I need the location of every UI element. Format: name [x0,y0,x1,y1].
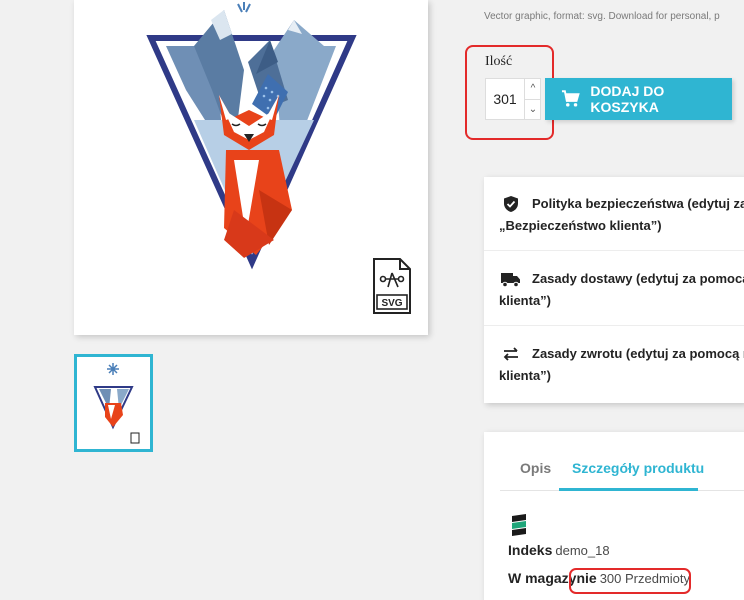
tab-product-details[interactable]: Szczegóły produktu [572,460,704,476]
svg-file-icon: SVG [373,258,411,314]
reassurance-delivery-line1: Zasady dostawy (edytuj za pomocą n [532,271,744,286]
shield-icon [504,196,518,212]
brand-logo-icon [508,510,530,540]
reassurance-item-security: Polityka bezpieczeństwa (edytuj za p „Be… [484,177,744,251]
fox-thumbnail-image [93,363,140,444]
reassurance-returns-line1: Zasady zwrotu (edytuj za pomocą m [532,346,744,361]
shopping-cart-icon [561,90,580,107]
reassurance-block: Polityka bezpieczeństwa (edytuj za p „Be… [484,177,744,403]
reassurance-delivery-line2: klienta”) [499,293,552,308]
reassurance-security-line2: „Bezpieczeństwo klienta”) [499,218,662,233]
detail-reference: Indeks demo_18 [508,542,610,558]
active-tab-indicator [559,488,698,491]
reference-label: Indeks [508,542,553,558]
quantity-highlight-outline [465,45,554,140]
reassurance-item-returns: Zasady zwrotu (edytuj za pomocą m klient… [484,327,744,401]
reassurance-item-delivery: Zasady dostawy (edytuj za pomocą n klien… [484,252,744,326]
add-to-cart-button[interactable]: DODAJ DO KOSZYKA [545,78,732,120]
product-main-image[interactable]: SVG [74,0,428,335]
svg-badge-label: SVG [381,298,402,309]
stock-highlight-outline [569,568,691,594]
product-short-description: Vector graphic, format: svg. Download fo… [484,11,720,22]
tab-description[interactable]: Opis [520,460,551,476]
reassurance-returns-line2: klienta”) [499,368,552,383]
product-page: SVG Vector graphic, format: svg. Downloa… [0,0,744,600]
exchange-arrows-icon [503,347,518,361]
reference-value: demo_18 [555,543,610,558]
add-to-cart-label: DODAJ DO KOSZYKA [590,83,665,115]
truck-icon [501,273,520,288]
product-thumbnail[interactable] [74,354,153,452]
reassurance-security-line1: Polityka bezpieczeństwa (edytuj za p [532,196,744,211]
